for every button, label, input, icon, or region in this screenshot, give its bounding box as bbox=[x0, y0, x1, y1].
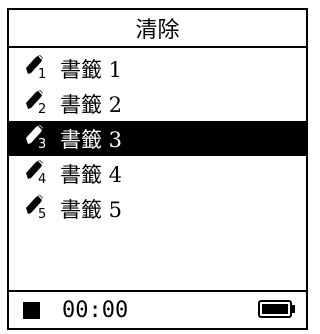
screen-title: 清除 bbox=[135, 18, 180, 43]
bookmark-item-1[interactable]: 1 書籤 1 bbox=[9, 51, 306, 86]
bookmark-pen-icon: 2 bbox=[24, 89, 54, 119]
bookmark-pen-icon: 1 bbox=[24, 54, 54, 84]
title-bar: 清除 bbox=[9, 10, 306, 48]
status-bar: 00:00 bbox=[9, 290, 306, 328]
bookmark-item-2[interactable]: 2 書籤 2 bbox=[9, 86, 306, 121]
bookmark-item-5[interactable]: 5 書籤 5 bbox=[9, 191, 306, 226]
bookmark-label: 書籤 1 bbox=[60, 57, 123, 82]
bookmark-label: 書籤 3 bbox=[60, 127, 123, 152]
bookmark-pen-icon: 5 bbox=[24, 194, 54, 224]
bookmark-item-3[interactable]: 3 書籤 3 bbox=[9, 121, 306, 156]
bookmark-label: 書籤 5 bbox=[60, 197, 123, 222]
bookmark-label: 書籤 2 bbox=[60, 92, 123, 117]
bookmark-item-4[interactable]: 4 書籤 4 bbox=[9, 156, 306, 191]
device-screen: 清除 1 書籤 1 2 書籤 2 3 書籤 3 4 書籤 4 5 書籤 5 00… bbox=[7, 8, 308, 330]
bookmark-pen-icon: 4 bbox=[24, 159, 54, 189]
battery-full-icon bbox=[258, 300, 296, 318]
bookmark-pen-icon: 3 bbox=[24, 124, 54, 154]
elapsed-time: 00:00 bbox=[62, 297, 129, 323]
bookmark-list: 1 書籤 1 2 書籤 2 3 書籤 3 4 書籤 4 5 書籤 5 bbox=[9, 51, 306, 226]
stop-icon bbox=[23, 301, 40, 319]
bookmark-label: 書籤 4 bbox=[60, 162, 123, 187]
